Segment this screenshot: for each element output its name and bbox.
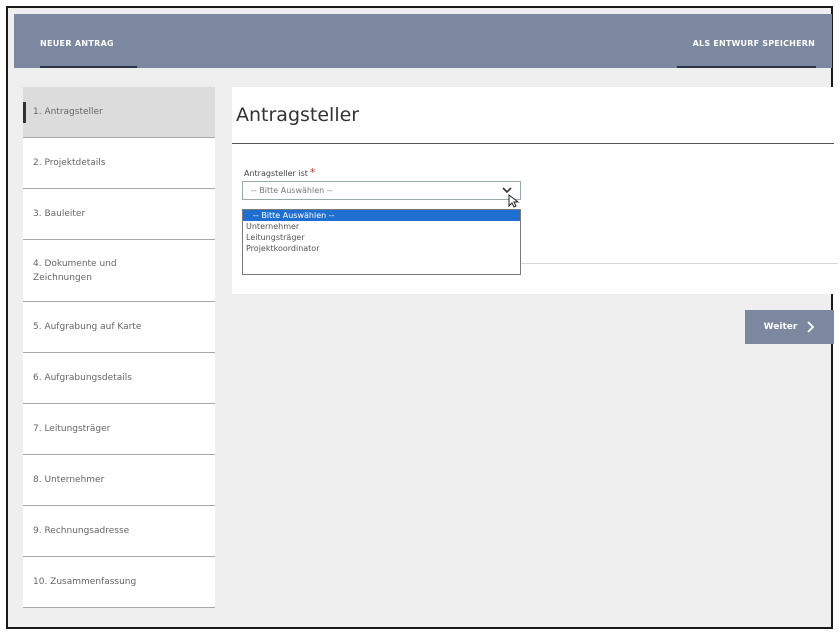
step-label: 9. Rechnungsadresse [33, 526, 130, 536]
step-label: 3. Bauleiter [33, 209, 86, 219]
dropdown-option[interactable]: -- Bitte Auswählen -- [243, 210, 520, 221]
dropdown-option[interactable]: Unternehmer [243, 221, 520, 232]
step-item-rechnungsadresse[interactable]: 9. Rechnungsadresse [23, 506, 215, 557]
save-draft-button[interactable]: ALS ENTWURF SPEICHERN [693, 39, 815, 48]
title-divider [232, 143, 834, 144]
header-title-underline [40, 66, 137, 68]
top-header: NEUER ANTRAG ALS ENTWURF SPEICHERN [14, 14, 832, 68]
mouse-cursor-icon [508, 194, 520, 208]
step-item-antragsteller[interactable]: 1. Antragsteller [23, 87, 215, 138]
step-item-projektdetails[interactable]: 2. Projektdetails [23, 138, 215, 189]
step-item-aufgrabungsdetails[interactable]: 6. Aufgrabungsdetails [23, 353, 215, 404]
active-step-indicator [23, 102, 26, 123]
applicant-type-dropdown: -- Bitte Auswählen -- Unternehmer Leitun… [242, 209, 521, 275]
dropdown-option[interactable]: Leitungsträger [243, 232, 520, 243]
step-item-dokumente[interactable]: 4. Dokumente und Zeichnungen [23, 240, 215, 302]
step-item-zusammenfassung[interactable]: 10. Zusammenfassung [23, 557, 215, 608]
step-item-leitungstraeger[interactable]: 7. Leitungsträger [23, 404, 215, 455]
step-label: 2. Projektdetails [33, 158, 106, 168]
form-panel: Antragsteller Antragsteller ist * -- Bitt… [232, 87, 838, 294]
step-label: 8. Unternehmer [33, 475, 105, 485]
step-label: 1. Antragsteller [33, 107, 103, 117]
chevron-right-icon [807, 321, 815, 333]
step-label: 5. Aufgrabung auf Karte [33, 322, 142, 332]
dropdown-option[interactable]: Projektkoordinator [243, 243, 520, 254]
step-label: 10. Zusammenfassung [33, 577, 137, 587]
step-item-bauleiter[interactable]: 3. Bauleiter [23, 189, 215, 240]
save-draft-underline [677, 66, 816, 68]
applicant-type-label: Antragsteller ist * [244, 166, 315, 179]
select-value: -- Bitte Auswählen -- [251, 186, 333, 195]
page-title: Antragsteller [236, 104, 360, 126]
required-marker: * [309, 166, 316, 179]
next-button-label: Weiter [763, 322, 798, 332]
applicant-type-select[interactable]: -- Bitte Auswählen -- [242, 181, 521, 200]
header-title: NEUER ANTRAG [40, 39, 114, 48]
field-label-text: Antragsteller ist [244, 169, 308, 178]
step-label: 6. Aufgrabungsdetails [33, 373, 132, 383]
step-item-unternehmer[interactable]: 8. Unternehmer [23, 455, 215, 506]
step-label: 7. Leitungsträger [33, 424, 111, 434]
step-label: 4. Dokumente und Zeichnungen [33, 258, 117, 283]
steps-sidebar: 1. Antragsteller 2. Projektdetails 3. Ba… [23, 87, 215, 608]
next-button[interactable]: Weiter [745, 310, 834, 344]
step-item-aufgrabung-karte[interactable]: 5. Aufgrabung auf Karte [23, 302, 215, 353]
